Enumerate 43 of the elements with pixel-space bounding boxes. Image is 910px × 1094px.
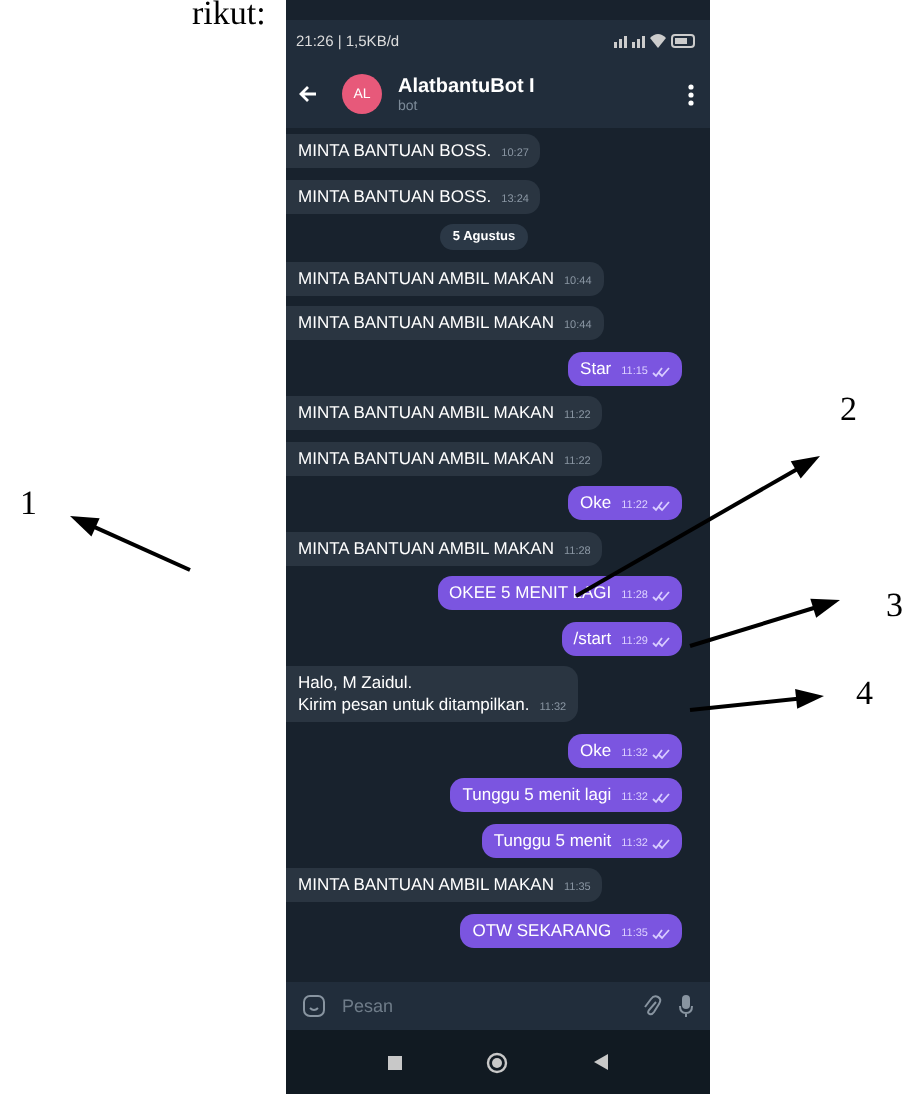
double-check-icon — [652, 747, 670, 759]
message-text: MINTA BANTUAN AMBIL MAKAN — [298, 537, 554, 559]
arrow — [689, 688, 824, 712]
message-text: Oke — [580, 492, 612, 514]
annotation-number: 3 — [886, 588, 903, 624]
message-text: MINTA BANTUAN BOSS. — [298, 140, 492, 162]
annotation-number: 4 — [856, 676, 873, 712]
message-text: MINTA BANTUAN AMBIL MAKAN — [298, 267, 554, 289]
message-text: OTW SEKARANG — [472, 919, 612, 941]
message-text: Oke — [580, 739, 612, 761]
more-icon[interactable] — [688, 83, 694, 105]
back-triangle-icon[interactable] — [593, 1054, 608, 1070]
message-text: Tunggu 5 menit lagi — [462, 784, 612, 806]
double-check-icon — [652, 927, 670, 939]
message-text: MINTA BANTUAN AMBIL MAKAN — [298, 312, 554, 334]
message-text: /start — [573, 627, 612, 649]
message-text: Tunggu 5 menit — [493, 829, 612, 851]
annotation-number: 2 — [840, 392, 857, 428]
message-text: MINTA BANTUAN AMBIL MAKAN — [298, 874, 554, 896]
double-check-icon — [652, 365, 670, 377]
emoji-icon[interactable] — [302, 994, 326, 1018]
recents-icon[interactable] — [388, 1055, 403, 1069]
attach-icon[interactable] — [642, 994, 662, 1018]
home-icon[interactable] — [486, 1051, 509, 1073]
double-check-icon — [652, 590, 670, 602]
annotation-number: 1 — [20, 486, 37, 522]
message-text: Halo, M Zaidul. Kirim pesan untuk ditampilkan. — [298, 672, 530, 716]
chat-title: AlatbantuBot I — [398, 75, 537, 97]
microphone-icon[interactable] — [678, 994, 694, 1018]
message-text: MINTA BANTUAN AMBIL MAKAN — [298, 402, 554, 424]
message-text: MINTA BANTUAN BOSS. — [298, 185, 492, 207]
double-check-icon — [652, 500, 670, 512]
back-icon[interactable] — [298, 84, 318, 104]
message-composer[interactable]: Pesan — [286, 982, 710, 1030]
double-check-icon — [652, 635, 670, 647]
double-check-icon — [652, 837, 670, 849]
arrow — [70, 516, 191, 572]
document-text: rikut: — [192, 0, 266, 28]
message-text: Star — [580, 357, 612, 379]
message-text: MINTA BANTUAN AMBIL MAKAN — [298, 447, 554, 469]
message-input[interactable]: Pesan — [342, 996, 626, 1016]
double-check-icon — [652, 792, 670, 804]
status-icons — [614, 32, 698, 48]
